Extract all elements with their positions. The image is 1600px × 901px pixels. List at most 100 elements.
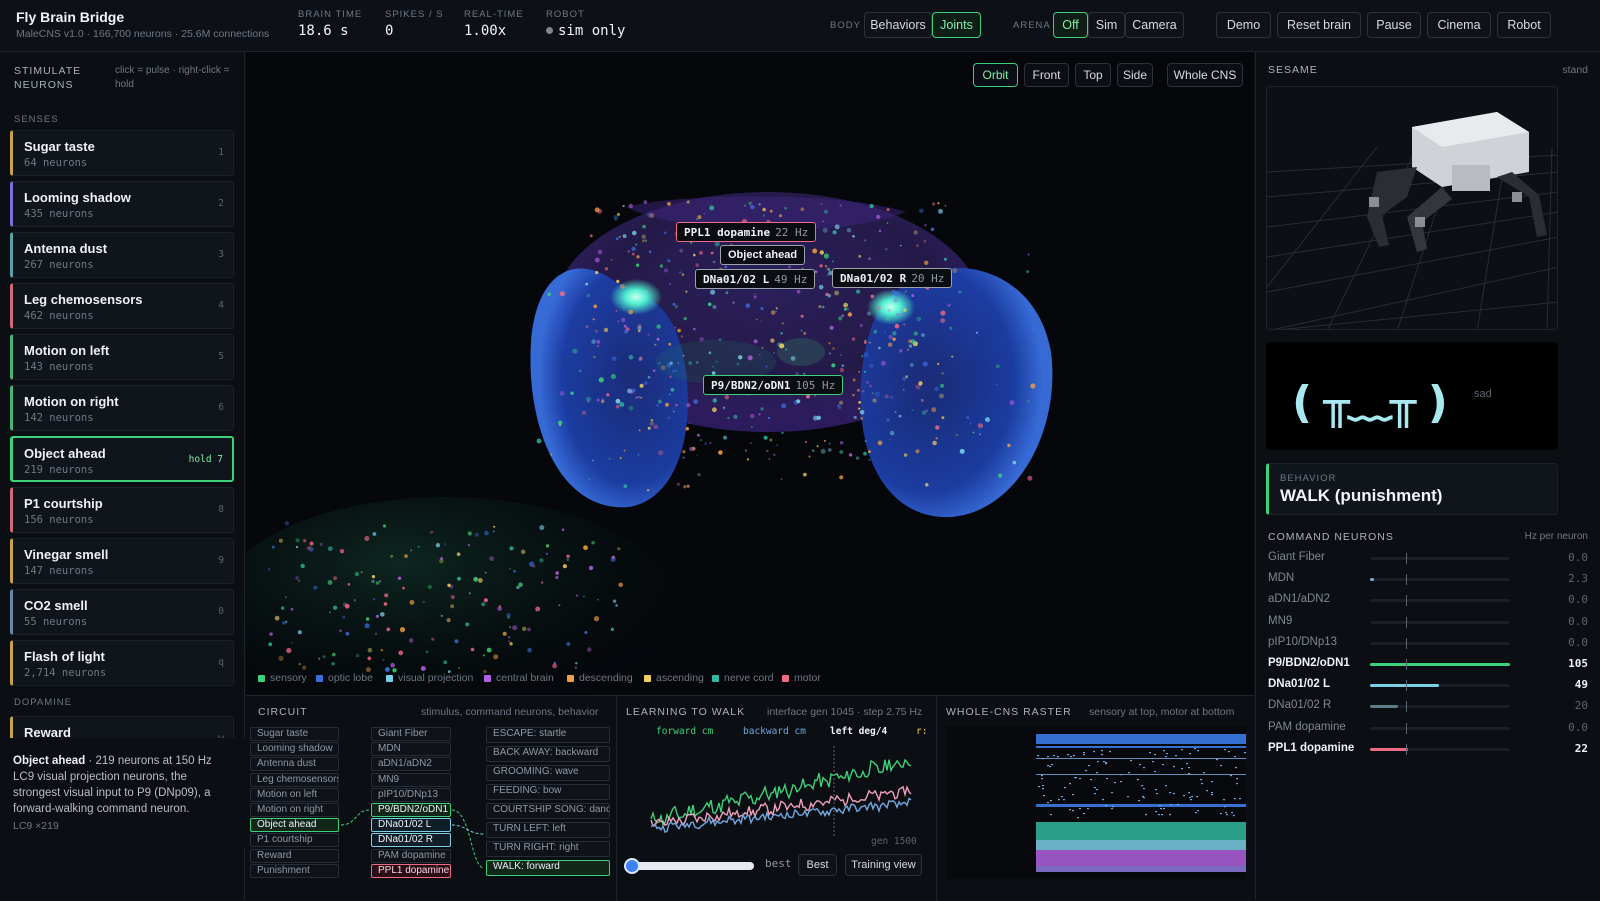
stimulus-card-leg-chemosensors[interactable]: Leg chemosensors 462 neurons 4 [10, 283, 234, 329]
stimulus-count: 143 neurons [24, 361, 94, 373]
raster-band [1036, 758, 1246, 759]
spike-particle [894, 291, 900, 297]
pause-button[interactable]: Pause [1367, 12, 1421, 38]
brain-label-dna01-r: DNa01/02 R 20 Hz [832, 268, 953, 288]
spike-particle [747, 355, 753, 361]
spike-particle [583, 545, 588, 551]
view-top-button[interactable]: Top [1075, 63, 1111, 87]
stimulus-card-vinegar-smell[interactable]: Vinegar smell 147 neurons 9 [10, 538, 234, 584]
spike-particle [333, 576, 338, 581]
arena-camera-button[interactable]: Camera [1125, 12, 1184, 38]
spike-particle [468, 592, 471, 595]
spike-particle [635, 243, 638, 246]
spike-particle [594, 257, 600, 263]
command-neuron-hz: 20 [1574, 699, 1588, 713]
view-front-button[interactable]: Front [1024, 63, 1069, 87]
spike-particle [682, 456, 685, 459]
spike-particle [582, 411, 586, 415]
reset-brain-button[interactable]: Reset brain [1277, 12, 1361, 38]
stimulus-card-antenna-dust[interactable]: Antenna dust 267 neurons 3 [10, 232, 234, 278]
spike-particle [969, 422, 972, 425]
spike-particle [744, 449, 747, 452]
spike-particle [710, 289, 716, 295]
body-joints-button[interactable]: Joints [932, 12, 981, 38]
circuit-node-pam-dopamine: PAM dopamine [371, 848, 451, 863]
view-side-button[interactable]: Side [1117, 63, 1153, 87]
stimulus-card-sugar-taste[interactable]: Sugar taste 64 neurons 1 [10, 130, 234, 176]
stimulus-card-looming-shadow[interactable]: Looming shadow 435 neurons 2 [10, 181, 234, 227]
spike-particle [638, 429, 641, 432]
cinema-button[interactable]: Cinema [1427, 12, 1491, 38]
spike-particle [332, 605, 338, 610]
label-hz: 105 Hz [795, 378, 836, 392]
spike-particle [886, 208, 890, 212]
generation-slider[interactable] [624, 858, 754, 874]
spike-particle [753, 295, 757, 299]
spike-particle [593, 356, 596, 358]
spike-particle [800, 314, 804, 318]
spike-particle [331, 662, 335, 666]
spike-particle [650, 419, 654, 422]
best-button[interactable]: Best [798, 854, 837, 876]
command-neuron-meter [1370, 701, 1510, 713]
view-whole-cns-button[interactable]: Whole CNS [1167, 63, 1243, 87]
arena-sim-button[interactable]: Sim [1088, 12, 1125, 38]
raster-spike [1234, 798, 1236, 800]
spike-particle [908, 339, 913, 344]
raster-spike [1103, 761, 1105, 763]
spike-particle [738, 355, 743, 360]
spike-particle [803, 472, 807, 477]
spike-particle [732, 301, 735, 304]
view-orbit-button[interactable]: Orbit [973, 63, 1018, 87]
stimulus-name: P1 courtship [24, 496, 103, 511]
stimulus-card-co2-smell[interactable]: CO2 smell 55 neurons 0 [10, 589, 234, 635]
stimulus-card-p1-courtship[interactable]: P1 courtship 156 neurons 8 [10, 487, 234, 533]
spike-particle [647, 426, 651, 430]
spike-particle [318, 657, 321, 660]
robot-3d-view[interactable] [1266, 86, 1558, 330]
demo-button[interactable]: Demo [1216, 12, 1271, 38]
raster-svg [1036, 734, 1246, 872]
spike-particle [596, 208, 603, 214]
robot-button[interactable]: Robot [1497, 12, 1551, 38]
spike-particle [380, 612, 385, 617]
circuit-node-mdn: MDN [371, 742, 451, 757]
spike-particle [683, 316, 687, 321]
spike-particle [588, 565, 594, 571]
spike-particle [286, 647, 292, 654]
raster-spike [1069, 783, 1071, 785]
spike-particle [375, 614, 379, 618]
raster-spike [1111, 808, 1113, 810]
spike-particle [846, 228, 852, 233]
spike-particle [384, 593, 389, 598]
spike-particle [863, 341, 867, 344]
spike-particle [669, 283, 672, 285]
body-behaviors-button[interactable]: Behaviors [864, 12, 932, 38]
command-neuron-hz: 0.0 [1568, 614, 1588, 628]
stimulus-card-motion-on-right[interactable]: Motion on right 142 neurons 6 [10, 385, 234, 431]
spike-particle [922, 361, 928, 367]
raster-band [1036, 850, 1246, 866]
stimulus-card-object-ahead[interactable]: Object ahead 219 neurons hold 7 [10, 436, 234, 482]
brain-viewport[interactable]: Orbit Front Top Side Whole CNS PPL1 dopa… [246, 52, 1254, 695]
raster-spike [1047, 765, 1049, 767]
training-view-button[interactable]: Training view [845, 854, 922, 876]
spike-particle [309, 541, 314, 546]
spike-particle [637, 396, 640, 399]
spike-particle [958, 290, 962, 294]
spike-particle [902, 388, 905, 391]
raster-spike [1169, 792, 1171, 794]
spike-particle [823, 253, 830, 259]
spike-particle [725, 291, 729, 295]
command-neuron-pip10-dnp13: pIP10/DNp13 0.0 [1268, 633, 1588, 653]
slider-thumb[interactable] [624, 858, 640, 874]
command-neuron-name: PPL1 dopamine [1268, 741, 1355, 754]
raster-spike [1105, 762, 1107, 764]
stimulus-card-flash-of-light[interactable]: Flash of light 2,714 neurons q [10, 640, 234, 686]
command-neuron-mn9: MN9 0.0 [1268, 612, 1588, 632]
spike-particle [736, 362, 740, 366]
arena-off-button[interactable]: Off [1053, 12, 1088, 38]
spike-particle [649, 213, 655, 218]
raster-spike [1088, 765, 1090, 767]
stimulus-card-motion-on-left[interactable]: Motion on left 143 neurons 5 [10, 334, 234, 380]
